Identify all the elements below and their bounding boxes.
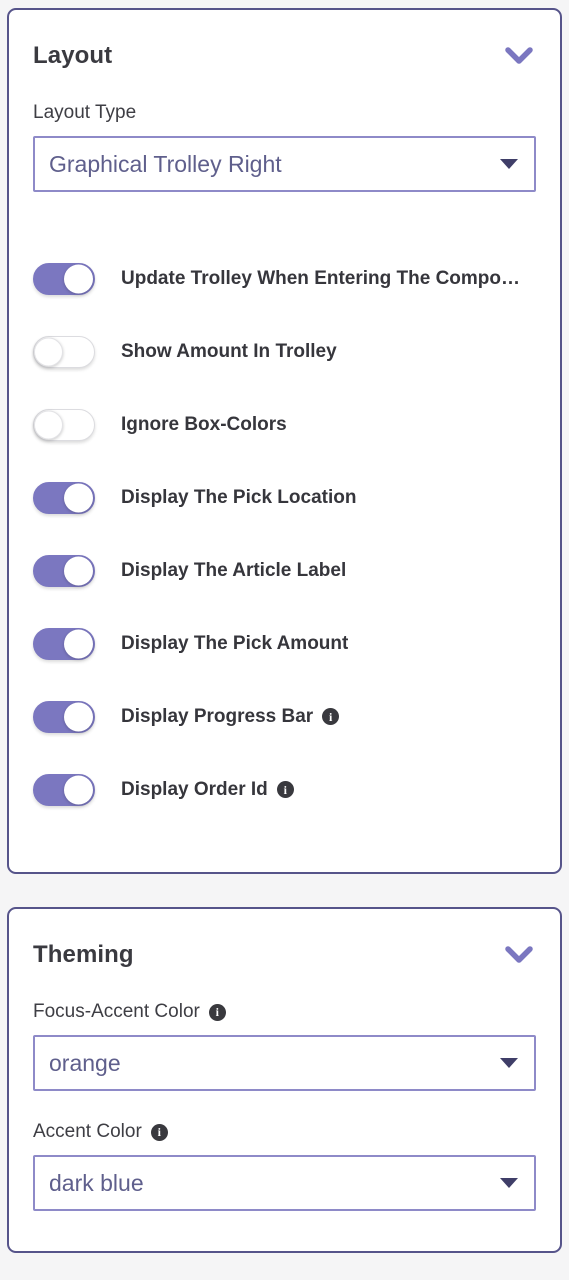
theming-field-label: Accent Color i bbox=[33, 1121, 536, 1143]
caret-down-icon bbox=[500, 1058, 518, 1068]
info-icon[interactable]: i bbox=[208, 1003, 226, 1021]
theming-panel-header[interactable]: Theming bbox=[33, 909, 536, 1001]
toggle-row: Display Progress Bar i bbox=[33, 680, 536, 753]
toggle-knob bbox=[64, 264, 93, 293]
toggle-label-text: Update Trolley When Entering The Compo… bbox=[121, 267, 521, 289]
layout-panel-header[interactable]: Layout bbox=[33, 10, 536, 102]
caret-down-icon bbox=[500, 159, 518, 169]
toggle-row: Display The Pick Amount bbox=[33, 607, 536, 680]
toggle-knob bbox=[64, 775, 93, 804]
toggle-label-text: Show Amount In Trolley bbox=[121, 340, 337, 362]
toggle-row: Show Amount In Trolley bbox=[33, 315, 536, 388]
layout-type-select[interactable]: Graphical Trolley Right bbox=[33, 136, 536, 192]
info-icon[interactable]: i bbox=[276, 781, 294, 798]
chevron-down-icon[interactable] bbox=[502, 39, 536, 73]
toggle-label-text: Display The Pick Location bbox=[121, 486, 357, 508]
toggle-knob bbox=[64, 702, 93, 731]
toggle-label-text: Ignore Box-Colors bbox=[121, 413, 287, 435]
layout-type-value: Graphical Trolley Right bbox=[49, 150, 282, 177]
toggle-label: Show Amount In Trolley bbox=[121, 341, 337, 363]
toggle-row: Display The Pick Location bbox=[33, 461, 536, 534]
toggle-switch[interactable] bbox=[33, 262, 95, 295]
theming-panel: Theming Focus-Accent Color i orange Accent … bbox=[7, 907, 562, 1253]
toggle-switch[interactable] bbox=[33, 627, 95, 660]
toggle-row: Display Order Id i bbox=[33, 753, 536, 826]
theming-color-value: dark blue bbox=[49, 1169, 144, 1196]
theming-color-value: orange bbox=[49, 1049, 121, 1076]
toggle-knob bbox=[64, 483, 93, 512]
toggle-label: Ignore Box-Colors bbox=[121, 414, 287, 436]
toggle-label: Display Order Id i bbox=[121, 779, 294, 801]
layout-toggle-list: Update Trolley When Entering The Compo… S… bbox=[33, 242, 536, 872]
theming-color-select[interactable]: orange bbox=[33, 1035, 536, 1091]
settings-page: Layout Layout Type Graphical Trolley Rig… bbox=[0, 0, 569, 1280]
theming-field: Focus-Accent Color i orange bbox=[33, 1001, 536, 1091]
info-icon[interactable]: i bbox=[150, 1123, 168, 1141]
toggle-switch[interactable] bbox=[33, 700, 95, 733]
toggle-row: Update Trolley When Entering The Compo… bbox=[33, 242, 536, 315]
toggle-switch[interactable] bbox=[33, 554, 95, 587]
chevron-down-icon[interactable] bbox=[502, 938, 536, 972]
layout-type-label: Layout Type bbox=[33, 102, 137, 123]
toggle-label-text: Display Order Id bbox=[121, 778, 268, 800]
toggle-label-text: Display Progress Bar bbox=[121, 705, 314, 727]
toggle-label: Display Progress Bar i bbox=[121, 705, 340, 728]
theming-field-label: Focus-Accent Color i bbox=[33, 1001, 536, 1023]
toggle-knob bbox=[64, 629, 93, 658]
toggle-row: Display The Article Label bbox=[33, 534, 536, 607]
theming-field: Accent Color i dark blue bbox=[33, 1121, 536, 1211]
toggle-label: Update Trolley When Entering The Compo… bbox=[121, 268, 520, 290]
theming-field-label-text: Focus-Accent Color bbox=[33, 1001, 200, 1022]
toggle-label-text: Display The Article Label bbox=[121, 559, 347, 581]
theming-field-list: Focus-Accent Color i orange Accent Color i da… bbox=[33, 1001, 536, 1251]
toggle-label-text: Display The Pick Amount bbox=[121, 632, 349, 654]
toggle-switch[interactable] bbox=[33, 408, 95, 441]
toggle-label: Display The Pick Amount bbox=[121, 633, 348, 655]
layout-panel: Layout Layout Type Graphical Trolley Rig… bbox=[7, 8, 562, 874]
layout-panel-title: Layout bbox=[33, 42, 113, 69]
toggle-knob bbox=[34, 337, 63, 366]
info-icon[interactable]: i bbox=[322, 708, 340, 725]
layout-type-field: Layout Type Graphical Trolley Right bbox=[33, 102, 536, 192]
theming-color-select[interactable]: dark blue bbox=[33, 1155, 536, 1211]
theming-field-label-text: Accent Color bbox=[33, 1121, 142, 1142]
toggle-label: Display The Pick Location bbox=[121, 487, 356, 509]
toggle-switch[interactable] bbox=[33, 481, 95, 514]
toggle-switch[interactable] bbox=[33, 335, 95, 368]
toggle-row: Ignore Box-Colors bbox=[33, 388, 536, 461]
toggle-knob bbox=[34, 410, 63, 439]
toggle-switch[interactable] bbox=[33, 773, 95, 806]
toggle-label: Display The Article Label bbox=[121, 560, 346, 582]
theming-panel-title: Theming bbox=[33, 941, 134, 968]
toggle-knob bbox=[64, 556, 93, 585]
caret-down-icon bbox=[500, 1178, 518, 1188]
